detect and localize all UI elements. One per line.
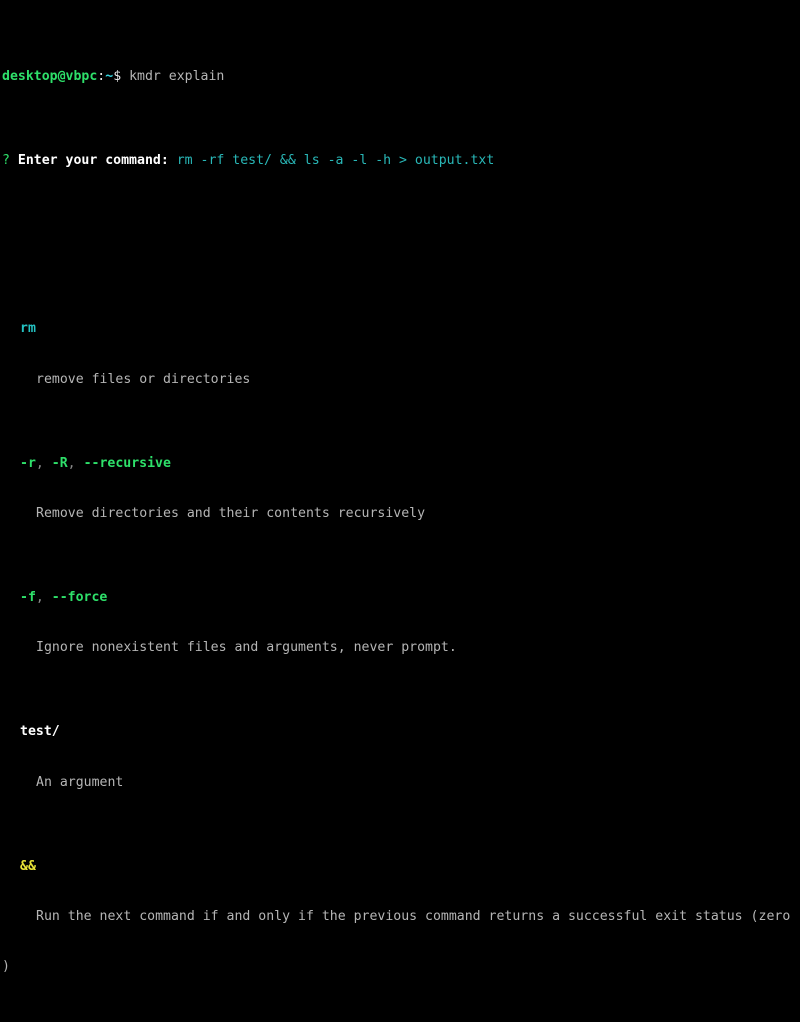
- token-label-and: &&: [20, 858, 36, 874]
- desc-text: Ignore nonexistent files and arguments, …: [36, 640, 457, 656]
- prompt-user-host: desktop@vbpc: [2, 69, 98, 85]
- terminal-window: desktop@vbpc:~$ kmdr explain ? Enter you…: [0, 0, 800, 974]
- token-flag-R: -R: [51, 455, 68, 471]
- desc-text: remove files or directories: [36, 371, 251, 387]
- explain-desc-and-operator: Run the next command if and only if the …: [2, 909, 800, 926]
- token-label-rm: rm: [20, 321, 36, 337]
- token-flag-f: -f: [20, 589, 36, 605]
- query-command-value[interactable]: rm -rf test/ && ls -a -l -h > output.txt: [177, 153, 495, 168]
- explain-desc-and-operator-wrap: ): [2, 959, 800, 976]
- explain-desc-recursive: Remove directories and their contents re…: [2, 506, 800, 523]
- prompt-command: kmdr explain: [129, 69, 225, 85]
- query-marker-icon: ?: [2, 153, 10, 169]
- desc-text: Remove directories and their contents re…: [36, 505, 426, 521]
- explain-token-rm: rm: [2, 321, 800, 338]
- token-separator: ,: [35, 589, 52, 605]
- token-flag-r: -r: [20, 455, 36, 471]
- token-separator: ,: [35, 455, 52, 471]
- explain-token-force: -f, --force: [2, 590, 800, 607]
- token-flag-recursive: --recursive: [83, 455, 171, 471]
- explain-token-recursive: -r, -R, --recursive: [2, 456, 800, 473]
- query-line: ? Enter your command: rm -rf test/ && ls…: [2, 153, 800, 170]
- token-flag-force: --force: [51, 589, 108, 605]
- explain-desc-rm: remove files or directories: [2, 372, 800, 389]
- query-label: Enter your command:: [17, 153, 169, 169]
- desc-text: Run the next command if and only if the …: [36, 909, 791, 925]
- prompt-path: ~: [105, 69, 114, 85]
- shell-prompt-line: desktop@vbpc:~$ kmdr explain: [2, 69, 800, 86]
- token-separator: ,: [67, 455, 84, 471]
- desc-text: An argument: [36, 774, 124, 790]
- desc-text-wrap: ): [2, 959, 10, 975]
- explain-token-argument: test/: [2, 724, 800, 741]
- explain-token-and-operator: &&: [2, 859, 800, 876]
- explain-desc-force: Ignore nonexistent files and arguments, …: [2, 640, 800, 657]
- prompt-sigil: $: [113, 69, 122, 85]
- explain-desc-argument: An argument: [2, 775, 800, 792]
- token-label-test: test/: [20, 724, 60, 740]
